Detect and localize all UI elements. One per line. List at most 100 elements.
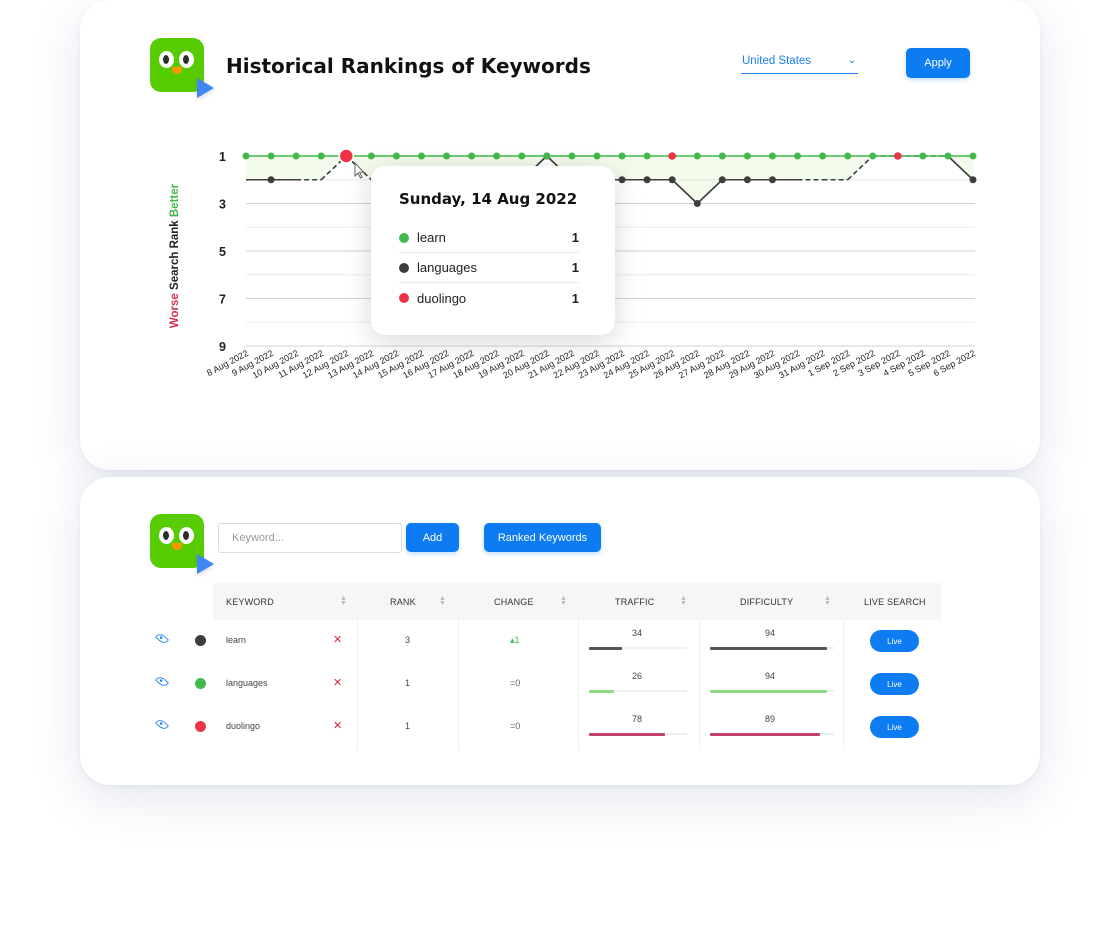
chart-tooltip: Sunday, 14 Aug 2022 learn 1 languages 1 …: [371, 166, 615, 335]
data-point-learn: [367, 152, 375, 160]
difficulty-bar: [710, 733, 834, 736]
y-axis-label-main: Search Rank: [169, 220, 181, 293]
difficulty-bar: [710, 647, 834, 650]
data-point-languages: [267, 176, 275, 184]
data-point-learn: [643, 152, 651, 160]
legend-dot: [399, 262, 409, 273]
y-tick-label: 3: [219, 198, 226, 212]
data-point-learn: [267, 152, 275, 160]
y-tick-label: 9: [219, 340, 226, 354]
column-header-live-search: LIVE SEARCH: [864, 596, 926, 607]
traffic-bar-fill: [589, 647, 623, 650]
data-point-learn: [693, 152, 701, 160]
remove-keyword-icon[interactable]: ✕: [333, 633, 342, 646]
y-tick-label: 7: [219, 293, 226, 307]
change-cell: =0: [510, 721, 521, 731]
change-cell: =0: [510, 678, 521, 688]
difficulty-value: 94: [765, 628, 776, 638]
eye-icon[interactable]: [155, 631, 169, 646]
data-point-duolingo: [668, 152, 676, 160]
data-point-learn: [568, 152, 576, 160]
add-button[interactable]: Add: [406, 523, 459, 552]
rank-cell: 3: [405, 635, 411, 645]
keyword-input[interactable]: Keyword...: [218, 523, 402, 553]
live-search-button[interactable]: Live: [870, 630, 919, 652]
data-point-learn: [944, 152, 952, 160]
live-search-button[interactable]: Live: [870, 716, 919, 738]
difficulty-bar-fill: [710, 647, 827, 650]
column-header-keyword[interactable]: KEYWORD: [226, 583, 274, 620]
sort-icon[interactable]: ▲ ▼: [560, 595, 567, 607]
keyword-color-dot: [195, 721, 206, 732]
eye-icon[interactable]: [155, 674, 169, 689]
data-point-languages: [743, 176, 751, 184]
ranked-keywords-button[interactable]: Ranked Keywords: [484, 523, 601, 552]
data-point-learn: [969, 152, 977, 160]
tooltip-row: duolingo 1: [399, 283, 579, 313]
table-row: languages ✕ 1 =0 26 94 Live: [138, 663, 941, 705]
remove-keyword-icon[interactable]: ✕: [333, 719, 342, 732]
data-point-languages: [618, 176, 626, 184]
rankings-card: Historical Rankings of Keywords United S…: [80, 0, 1040, 470]
column-header-change[interactable]: CHANGE: [494, 583, 534, 620]
data-point-learn: [869, 152, 877, 160]
traffic-bar: [589, 690, 687, 693]
keyword-cell: duolingo: [226, 721, 261, 731]
keyword-cell: learn: [226, 635, 247, 645]
data-point-duolingo: [338, 148, 355, 164]
y-tick-label: 5: [219, 245, 226, 259]
y-axis-label: Worse Search Rank Better: [169, 183, 181, 328]
traffic-bar: [589, 647, 687, 650]
live-search-button[interactable]: Live: [870, 673, 919, 695]
data-point-learn: [392, 152, 400, 160]
table-header: KEYWORD ▲ ▼ RANK ▲ ▼ CHANGE ▲ ▼ TRAFFIC ▲ ▼ …: [213, 583, 941, 620]
data-point-learn: [518, 152, 526, 160]
data-point-learn: [493, 152, 501, 160]
sort-icon[interactable]: ▲ ▼: [439, 595, 446, 607]
data-point-learn: [819, 152, 827, 160]
difficulty-bar-fill: [710, 690, 827, 693]
keyword-input-placeholder: Keyword...: [232, 532, 284, 544]
column-header-difficulty[interactable]: DIFFICULTY: [740, 583, 793, 620]
sort-icon[interactable]: ▲ ▼: [340, 595, 347, 607]
traffic-bar: [589, 733, 687, 736]
tooltip-series-name: duolingo: [417, 290, 467, 306]
y-axis-label-worse: Worse: [169, 293, 181, 328]
sort-icon[interactable]: ▲ ▼: [680, 595, 687, 607]
tooltip-row: learn 1: [399, 223, 579, 253]
data-point-languages: [969, 176, 977, 184]
data-point-languages: [718, 176, 726, 184]
keywords-card: Keyword... Add Ranked Keywords KEYWORD ▲…: [80, 477, 1040, 785]
data-point-learn: [292, 152, 300, 160]
tooltip-date: Sunday, 14 Aug 2022: [399, 190, 578, 208]
sort-icon[interactable]: ▲ ▼: [824, 595, 831, 607]
y-axis-label-better: Better: [169, 183, 181, 220]
remove-keyword-icon[interactable]: ✕: [333, 676, 342, 689]
data-point-learn: [317, 152, 325, 160]
data-point-learn: [768, 152, 776, 160]
keyword-color-dot: [195, 635, 206, 646]
rank-cell: 1: [405, 678, 411, 688]
data-point-learn: [543, 152, 551, 160]
data-point-learn: [593, 152, 601, 160]
tooltip-series-value: 1: [571, 230, 579, 245]
data-point-languages: [643, 176, 651, 184]
column-header-traffic[interactable]: TRAFFIC: [615, 583, 654, 620]
data-point-learn: [919, 152, 927, 160]
data-point-learn: [743, 152, 751, 160]
column-header-rank[interactable]: RANK: [390, 583, 416, 620]
tooltip-series-name: learn: [417, 230, 446, 245]
table-row: duolingo ✕ 1 =0 78 89 Live: [138, 706, 941, 748]
data-point-learn: [242, 152, 250, 160]
traffic-value: 26: [632, 671, 643, 681]
tooltip-row: languages 1: [399, 253, 579, 283]
tooltip-series-value: 1: [571, 260, 579, 275]
legend-dot: [399, 293, 409, 303]
data-point-learn: [718, 152, 726, 160]
difficulty-value: 94: [765, 671, 776, 681]
keyword-color-dot: [195, 678, 206, 689]
difficulty-value: 89: [765, 714, 776, 724]
traffic-value: 78: [632, 714, 643, 724]
eye-icon[interactable]: [155, 717, 169, 732]
data-point-duolingo: [893, 152, 902, 160]
